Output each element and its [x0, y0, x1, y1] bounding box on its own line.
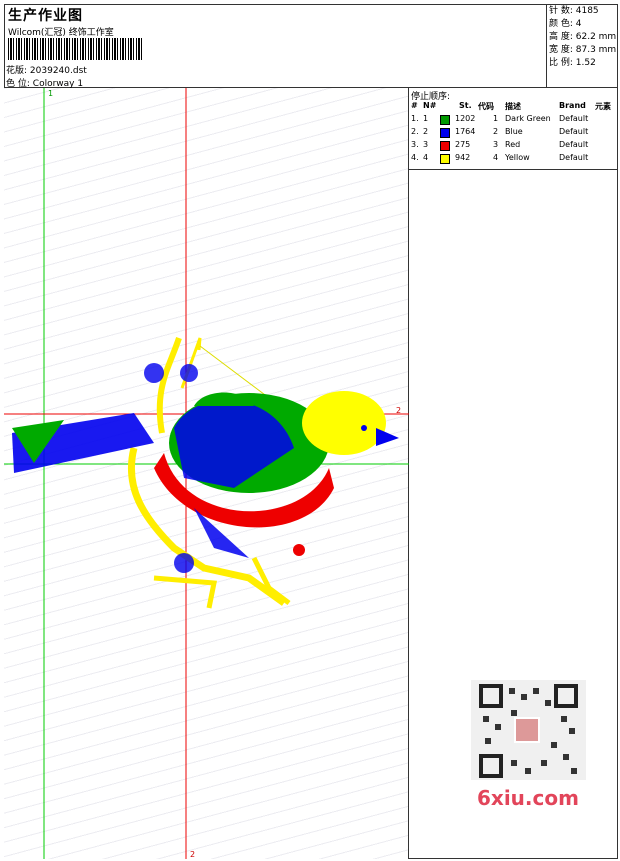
row-code: 1: [493, 114, 499, 123]
row-brand: Default: [559, 127, 589, 136]
pattern-value: 2039240.dst: [29, 66, 87, 76]
guide-label-2-right: 2: [396, 406, 401, 415]
color-swatch: [440, 154, 450, 164]
stitch-count: 针 数: 4185: [549, 6, 599, 16]
row-needle: 1: [423, 114, 429, 123]
row-code: 2: [493, 127, 499, 136]
row-description: Dark Green: [505, 114, 551, 123]
design-width: 宽 度: 87.3 mm: [549, 45, 617, 55]
row-code: 3: [493, 140, 499, 149]
color-swatch: [440, 141, 450, 151]
stop-sequence-panel: 停止顺序: # N# St. 代码 描述 Brand 元素 1. 1 1202 1 Da…: [409, 88, 618, 170]
row-brand: Default: [559, 153, 589, 162]
row-code: 4: [493, 153, 499, 162]
row-needle: 2: [423, 127, 429, 136]
row-number: 3.: [411, 140, 419, 149]
row-stitches: 1764: [455, 127, 476, 136]
row-brand: Default: [559, 140, 589, 149]
design-canvas[interactable]: 1 2 2: [4, 88, 409, 859]
row-description: Red: [505, 140, 521, 149]
table-row[interactable]: 3. 3 275 3 Red Default: [411, 140, 616, 152]
table-row[interactable]: 1. 1 1202 1 Dark Green Default: [411, 114, 616, 126]
color-count: 颜 色: 4: [549, 19, 582, 29]
row-number: 2.: [411, 127, 419, 136]
row-stitches: 1202: [455, 114, 476, 123]
embroidery-preview: 1 2 2: [4, 88, 409, 859]
color-swatch: [440, 128, 450, 138]
row-needle: 4: [423, 153, 429, 162]
row-stitches: 942: [455, 153, 471, 162]
barcode: [8, 38, 144, 60]
pattern-line: 花版: 2039240.dst: [6, 63, 87, 76]
page-title: 生产作业图: [8, 8, 83, 24]
row-number: 1.: [411, 114, 419, 123]
qr-logo-icon: [514, 717, 540, 743]
studio-name: Wilcom(汇冠) 终饰工作室: [8, 28, 114, 38]
color-swatch: [440, 115, 450, 125]
stop-sequence-header: # N# St. 代码 描述 Brand 元素: [411, 101, 616, 112]
guide-label-1: 1: [48, 89, 53, 98]
row-brand: Default: [559, 114, 589, 123]
row-description: Blue: [505, 127, 523, 136]
header-panel: 生产作业图 Wilcom(汇冠) 终饰工作室 花版: 2039240.dst 色…: [4, 4, 547, 89]
pattern-label: 花版:: [6, 66, 28, 76]
col-header-code: 代码: [478, 102, 494, 111]
col-header-num: #: [411, 101, 418, 110]
table-row[interactable]: 2. 2 1764 2 Blue Default: [411, 127, 616, 139]
col-header-st: St.: [459, 101, 472, 110]
col-header-element: 元素: [595, 102, 611, 111]
site-watermark: 6xiu.com: [477, 786, 579, 810]
table-row[interactable]: 4. 4 942 4 Yellow Default: [411, 153, 616, 165]
col-header-n: N#: [423, 101, 437, 110]
bird-embroidery: [12, 337, 399, 609]
design-ratio: 比 例: 1.52: [549, 58, 596, 68]
row-needle: 3: [423, 140, 429, 149]
row-description: Yellow: [505, 153, 530, 162]
col-header-brand: Brand: [559, 101, 586, 110]
row-stitches: 275: [455, 140, 471, 149]
row-number: 4.: [411, 153, 419, 162]
col-header-desc: 描述: [505, 102, 521, 111]
design-info-panel: 针 数: 4185 颜 色: 4 高 度: 62.2 mm 宽 度: 87.3 …: [547, 4, 618, 88]
design-height: 高 度: 62.2 mm: [549, 32, 617, 42]
guide-label-2-bottom: 2: [190, 850, 195, 859]
